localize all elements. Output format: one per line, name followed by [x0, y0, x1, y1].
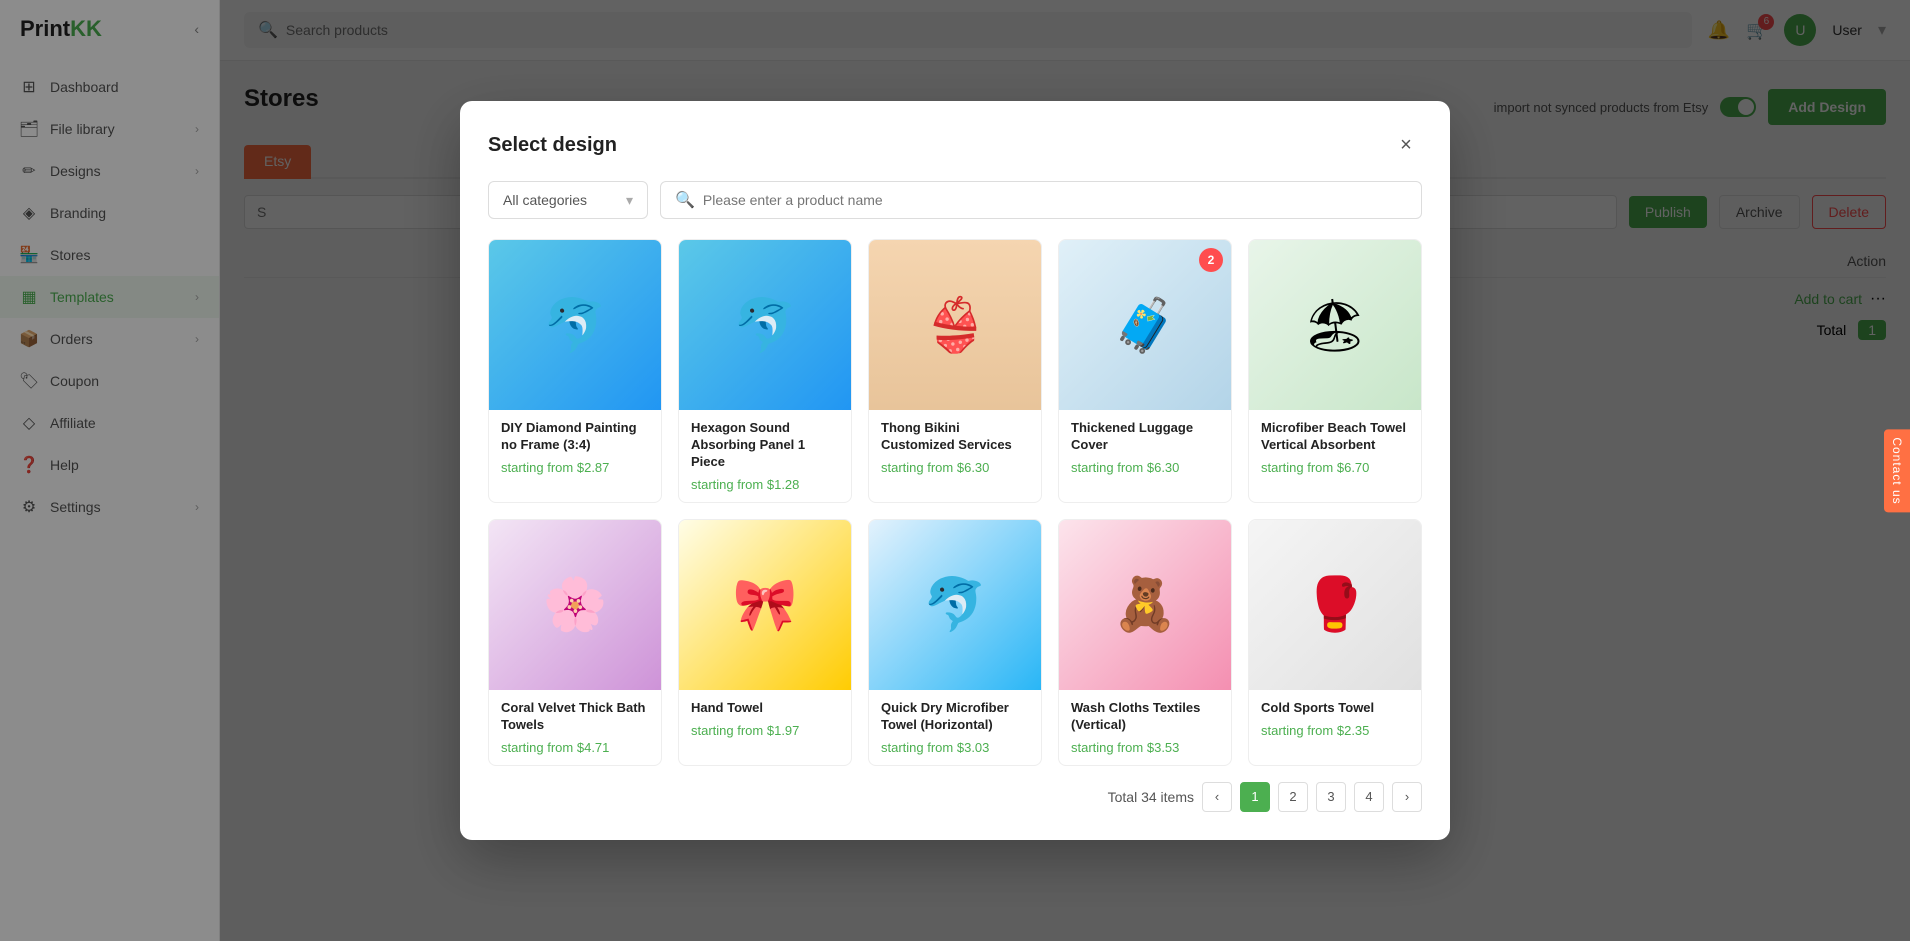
product-card-2[interactable]: 🐬 Hexagon Sound Absorbing Panel 1 Piece … — [678, 239, 852, 503]
product-thumbnail: 🐬 — [679, 240, 851, 410]
product-thumbnail: 🏖 — [1249, 240, 1421, 410]
pagination-page-2[interactable]: 2 — [1278, 782, 1308, 812]
modal-filters: All categories ▾ 🔍 — [488, 181, 1422, 219]
product-name: Hexagon Sound Absorbing Panel 1 Piece — [691, 420, 839, 471]
product-price: starting from $1.97 — [691, 723, 839, 738]
product-info: Wash Cloths Textiles (Vertical) starting… — [1059, 690, 1231, 765]
product-price: starting from $3.03 — [881, 740, 1029, 755]
pagination-page-1[interactable]: 1 — [1240, 782, 1270, 812]
product-info: Thong Bikini Customized Services startin… — [869, 410, 1041, 485]
modal-close-button[interactable]: × — [1390, 129, 1422, 161]
select-design-modal: Select design × All categories ▾ 🔍 🐬 DIY… — [460, 101, 1450, 839]
pagination-total: Total 34 items — [1108, 789, 1194, 805]
product-name: Thong Bikini Customized Services — [881, 420, 1029, 454]
product-name: DIY Diamond Painting no Frame (3:4) — [501, 420, 649, 454]
product-info: Hexagon Sound Absorbing Panel 1 Piece st… — [679, 410, 851, 502]
pagination-prev[interactable]: ‹ — [1202, 782, 1232, 812]
product-thumbnail: 🐬 — [869, 520, 1041, 690]
product-thumbnail: 🎀 — [679, 520, 851, 690]
product-info: Coral Velvet Thick Bath Towels starting … — [489, 690, 661, 765]
contact-us-panel: Contact us — [1884, 429, 1910, 512]
product-price: starting from $3.53 — [1071, 740, 1219, 755]
search-icon: 🔍 — [675, 190, 695, 210]
products-grid: 🐬 DIY Diamond Painting no Frame (3:4) st… — [488, 239, 1422, 765]
product-price: starting from $6.30 — [1071, 460, 1219, 475]
contact-us-button[interactable]: Contact us — [1884, 429, 1910, 512]
product-name: Hand Towel — [691, 700, 839, 717]
product-card-6[interactable]: 🌸 Coral Velvet Thick Bath Towels startin… — [488, 519, 662, 766]
product-card-7[interactable]: 🎀 Hand Towel starting from $1.97 — [678, 519, 852, 766]
product-info: DIY Diamond Painting no Frame (3:4) star… — [489, 410, 661, 485]
product-thumbnail: 🐬 — [489, 240, 661, 410]
product-info: Thickened Luggage Cover starting from $6… — [1059, 410, 1231, 485]
product-name: Wash Cloths Textiles (Vertical) — [1071, 700, 1219, 734]
product-search-input[interactable] — [703, 192, 1407, 208]
product-badge: 2 — [1199, 248, 1223, 272]
product-name: Thickened Luggage Cover — [1071, 420, 1219, 454]
product-card-5[interactable]: 🏖 Microfiber Beach Towel Vertical Absorb… — [1248, 239, 1422, 503]
product-search-wrap: 🔍 — [660, 181, 1422, 219]
product-name: Quick Dry Microfiber Towel (Horizontal) — [881, 700, 1029, 734]
product-price: starting from $4.71 — [501, 740, 649, 755]
product-price: starting from $2.87 — [501, 460, 649, 475]
product-name: Cold Sports Towel — [1261, 700, 1409, 717]
pagination-page-3[interactable]: 3 — [1316, 782, 1346, 812]
pagination-page-4[interactable]: 4 — [1354, 782, 1384, 812]
product-thumbnail: 🧸 — [1059, 520, 1231, 690]
product-info: Cold Sports Towel starting from $2.35 — [1249, 690, 1421, 748]
product-info: Hand Towel starting from $1.97 — [679, 690, 851, 748]
modal-header: Select design × — [488, 129, 1422, 161]
modal-footer: Total 34 items ‹ 1 2 3 4 › — [488, 782, 1422, 812]
product-thumbnail: 👙 — [869, 240, 1041, 410]
product-name: Coral Velvet Thick Bath Towels — [501, 700, 649, 734]
product-card-10[interactable]: 🥊 Cold Sports Towel starting from $2.35 — [1248, 519, 1422, 766]
pagination-next[interactable]: › — [1392, 782, 1422, 812]
product-info: Microfiber Beach Towel Vertical Absorben… — [1249, 410, 1421, 485]
product-card-9[interactable]: 🧸 Wash Cloths Textiles (Vertical) starti… — [1058, 519, 1232, 766]
product-price: starting from $2.35 — [1261, 723, 1409, 738]
modal-title: Select design — [488, 134, 617, 157]
chevron-down-icon: ▾ — [626, 192, 633, 209]
product-card-1[interactable]: 🐬 DIY Diamond Painting no Frame (3:4) st… — [488, 239, 662, 503]
modal-overlay[interactable]: Select design × All categories ▾ 🔍 🐬 DIY… — [0, 0, 1910, 941]
category-filter-label: All categories — [503, 192, 587, 208]
category-filter[interactable]: All categories ▾ — [488, 181, 648, 219]
product-price: starting from $1.28 — [691, 477, 839, 492]
product-price: starting from $6.70 — [1261, 460, 1409, 475]
product-info: Quick Dry Microfiber Towel (Horizontal) … — [869, 690, 1041, 765]
product-thumbnail: 🌸 — [489, 520, 661, 690]
product-name: Microfiber Beach Towel Vertical Absorben… — [1261, 420, 1409, 454]
product-thumbnail: 🥊 — [1249, 520, 1421, 690]
product-card-4[interactable]: 🧳 2 Thickened Luggage Cover starting fro… — [1058, 239, 1232, 503]
product-thumbnail: 🧳 2 — [1059, 240, 1231, 410]
product-card-3[interactable]: 👙 Thong Bikini Customized Services start… — [868, 239, 1042, 503]
product-card-8[interactable]: 🐬 Quick Dry Microfiber Towel (Horizontal… — [868, 519, 1042, 766]
product-price: starting from $6.30 — [881, 460, 1029, 475]
